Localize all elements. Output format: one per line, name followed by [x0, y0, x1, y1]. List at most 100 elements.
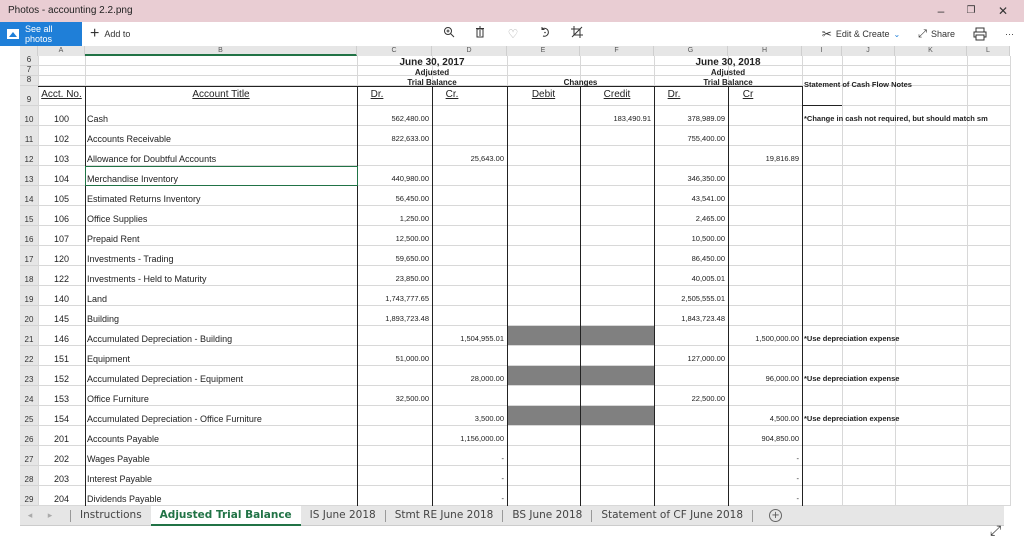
account-number: 140 — [53, 294, 70, 304]
tab-adjusted-trial-balance[interactable]: Adjusted Trial Balance — [150, 505, 301, 526]
title-bar: Photos - accounting 2.2.png – ❐ ✕ — [0, 0, 1024, 22]
row-number: 22 — [24, 355, 34, 364]
tab-is-june-2018[interactable]: IS June 2018 — [301, 506, 385, 526]
gridline — [38, 225, 1010, 226]
row-header[interactable]: 18 — [20, 266, 38, 286]
row-header[interactable]: 29 — [20, 486, 38, 506]
dr-2018-value: 2,465.00 — [695, 214, 725, 223]
row-number: 15 — [24, 215, 34, 224]
zoom-in-icon[interactable] — [440, 26, 458, 42]
gridline — [38, 345, 1010, 346]
column-header-j[interactable]: J — [842, 46, 895, 56]
row-header[interactable]: 12 — [20, 146, 38, 166]
favorite-heart-icon[interactable]: ♡ — [504, 26, 522, 42]
selected-cell[interactable] — [85, 166, 358, 186]
tab-stmt-re-june-2018[interactable]: Stmt RE June 2018 — [386, 506, 503, 526]
gridline — [38, 425, 1010, 426]
row-number: 11 — [24, 135, 34, 144]
row-header[interactable]: 23 — [20, 366, 38, 386]
table-border — [432, 86, 433, 506]
column-header-d[interactable]: D — [432, 46, 507, 56]
add-sheet-button[interactable]: + — [769, 509, 783, 522]
column-header-b[interactable]: B — [85, 46, 357, 56]
row-number: 18 — [24, 275, 34, 284]
row-header[interactable]: 20 — [20, 306, 38, 326]
row-header[interactable]: 21 — [20, 326, 38, 346]
account-number: 106 — [53, 214, 70, 224]
row-header[interactable]: 15 — [20, 206, 38, 226]
window-title: Photos - accounting 2.2.png — [8, 5, 133, 16]
gridline — [967, 56, 968, 506]
tab-bs-june-2018[interactable]: BS June 2018 — [503, 506, 591, 526]
account-title: Cash — [87, 114, 109, 124]
row-header[interactable]: 19 — [20, 286, 38, 306]
prev-sheet-icon[interactable]: ◂ — [20, 511, 40, 521]
row-header[interactable]: 8 — [20, 75, 38, 86]
account-title: Office Furniture — [87, 394, 149, 404]
account-title: Estimated Returns Inventory — [87, 194, 201, 204]
column-header-f[interactable]: F — [580, 46, 654, 56]
row-header[interactable]: 26 — [20, 426, 38, 446]
account-number: 153 — [53, 394, 70, 404]
cr-2017-value: 1,504,955.01 — [460, 334, 504, 343]
row-header[interactable]: 11 — [20, 126, 38, 146]
row-header[interactable]: 10 — [20, 106, 38, 126]
row-number: 7 — [26, 65, 32, 74]
row-header[interactable]: 16 — [20, 226, 38, 246]
crop-icon[interactable] — [568, 26, 586, 42]
account-number: 201 — [53, 434, 70, 444]
row-header[interactable]: 27 — [20, 446, 38, 466]
row-number: 6 — [26, 55, 32, 64]
row-header[interactable]: 13 — [20, 166, 38, 186]
column-header-i[interactable]: I — [802, 46, 842, 56]
row-header[interactable]: 28 — [20, 466, 38, 486]
delete-icon[interactable] — [471, 26, 489, 42]
gridline — [38, 385, 1010, 386]
account-title: Wages Payable — [87, 454, 150, 464]
account-number: 120 — [53, 254, 70, 264]
add-to-button[interactable]: + Add to — [90, 22, 130, 46]
account-title: Investments - Held to Maturity — [87, 274, 207, 284]
account-title: Allowance for Doubtful Accounts — [87, 154, 217, 164]
header-adjusted-2018: Adjusted — [710, 68, 746, 77]
more-options-button[interactable]: ··· — [1005, 29, 1014, 39]
row-number: 26 — [24, 435, 34, 444]
dr-2017-value: 59,650.00 — [395, 254, 429, 263]
shaded-cell — [508, 326, 580, 345]
rotate-icon[interactable] — [536, 26, 554, 42]
cr-2018-value: - — [796, 494, 800, 503]
row-header[interactable]: 24 — [20, 386, 38, 406]
account-number: 204 — [53, 494, 70, 504]
see-all-photos-button[interactable]: See all photos — [0, 22, 82, 46]
row-header[interactable]: 17 — [20, 246, 38, 266]
header-account-title: Account Title — [192, 89, 250, 100]
sheet-tab-bar: ◂ ▸ Instructions Adjusted Trial Balance … — [20, 505, 1004, 526]
column-header-g[interactable]: G — [654, 46, 728, 56]
column-header-h[interactable]: H — [728, 46, 802, 56]
share-button[interactable]: ⤢ Share — [918, 28, 955, 41]
header-cr-2017: Cr. — [445, 89, 459, 100]
row-header[interactable]: 22 — [20, 346, 38, 366]
minimize-icon[interactable]: – — [926, 2, 956, 20]
restore-icon[interactable]: ❐ — [956, 2, 986, 20]
column-header-e[interactable]: E — [507, 46, 580, 56]
edit-create-button[interactable]: ✂ Edit & Create ⌄ — [822, 27, 900, 41]
dr-2018-value: 22,500.00 — [691, 394, 725, 403]
gridline — [38, 205, 1010, 206]
cash-flow-note: *Use depreciation expense — [804, 414, 900, 423]
column-header-a[interactable]: A — [38, 46, 85, 56]
account-number: 203 — [53, 474, 70, 484]
column-header-c[interactable]: C — [357, 46, 432, 56]
dr-2018-value: 755,400.00 — [687, 134, 725, 143]
print-button[interactable] — [973, 27, 987, 41]
column-header-l[interactable]: L — [967, 46, 1010, 56]
tab-statement-of-cf-june-2018[interactable]: Statement of CF June 2018 — [592, 506, 752, 526]
row-header[interactable]: 14 — [20, 186, 38, 206]
column-header-k[interactable]: K — [895, 46, 967, 56]
next-sheet-icon[interactable]: ▸ — [40, 511, 60, 521]
tab-instructions[interactable]: Instructions — [71, 506, 151, 526]
row-header[interactable]: 9 — [20, 86, 38, 106]
close-icon[interactable]: ✕ — [988, 2, 1018, 20]
row-header[interactable]: 25 — [20, 406, 38, 426]
resize-icon[interactable]: ⤢ — [990, 522, 1001, 539]
